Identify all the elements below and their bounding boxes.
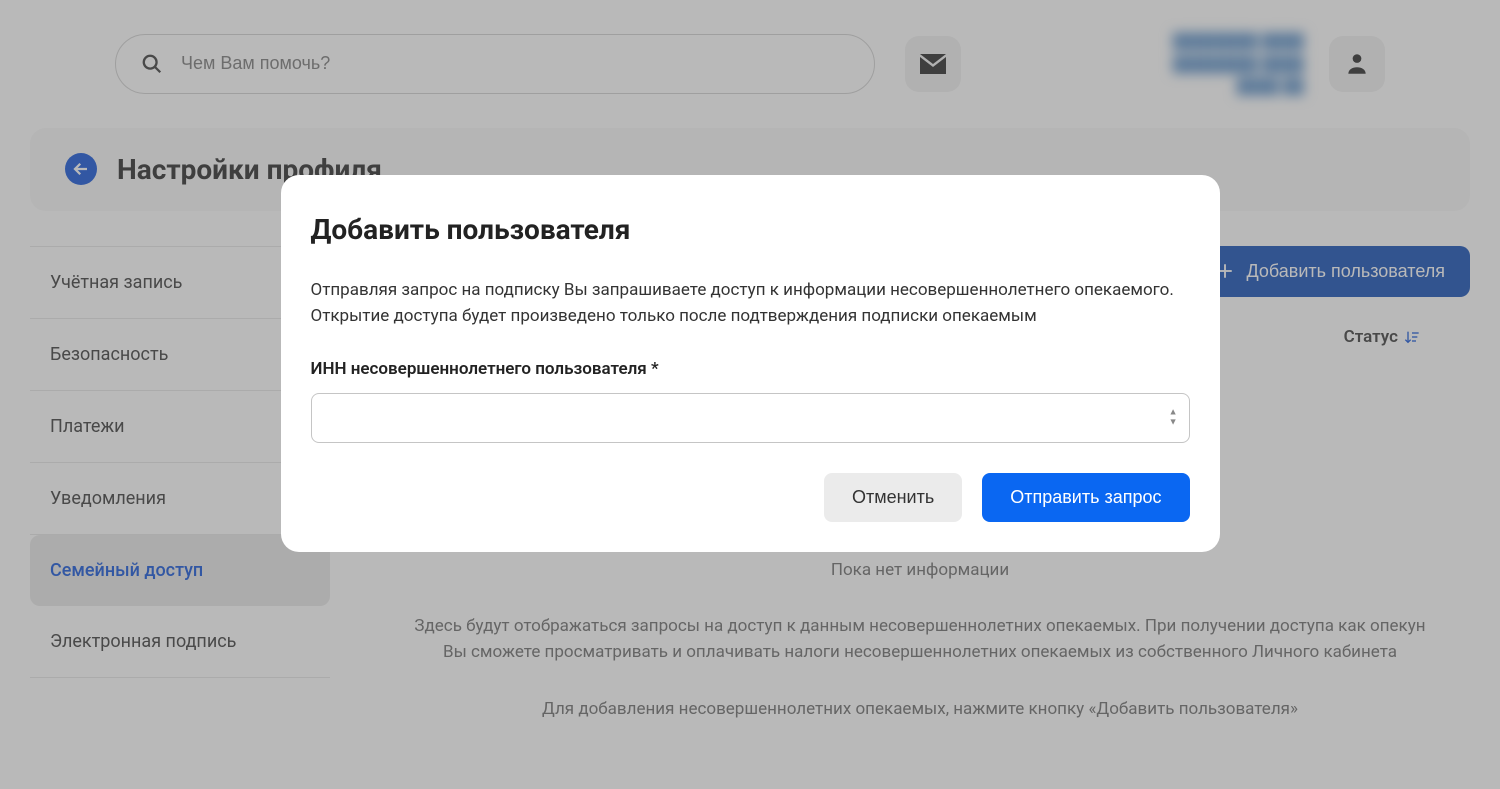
- number-stepper[interactable]: ▲ ▼: [1169, 409, 1178, 428]
- cancel-button[interactable]: Отменить: [824, 473, 962, 522]
- submit-button[interactable]: Отправить запрос: [982, 473, 1189, 522]
- inn-input[interactable]: [311, 393, 1190, 443]
- modal-description: Отправляя запрос на подписку Вы запрашив…: [311, 278, 1190, 329]
- modal-title: Добавить пользователя: [311, 213, 1190, 246]
- stepper-up-icon[interactable]: ▲: [1169, 409, 1178, 418]
- modal-overlay: Добавить пользователя Отправляя запрос н…: [0, 0, 1500, 789]
- inn-label: ИНН несовершеннолетнего пользователя *: [311, 359, 1190, 379]
- add-user-modal: Добавить пользователя Отправляя запрос н…: [281, 175, 1220, 552]
- stepper-down-icon[interactable]: ▼: [1169, 419, 1178, 428]
